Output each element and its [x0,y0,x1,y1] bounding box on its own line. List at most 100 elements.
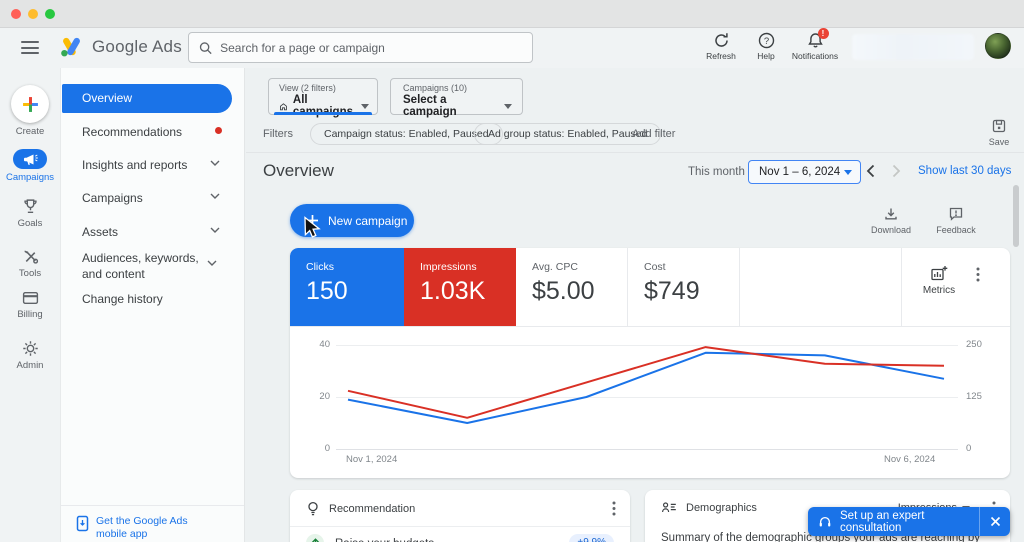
show-last-30-days-link[interactable]: Show last 30 days [918,165,1011,177]
campaign-select-dropdown[interactable]: Campaigns (10) Select a campaign [390,78,523,118]
view-filter-dropdown[interactable]: View (2 filters) All campaigns [268,78,378,118]
scorecard-cost[interactable]: Cost $749 [628,248,740,326]
google-ads-logo-icon [61,37,80,57]
recommendation-row[interactable]: Raise your budgets [335,538,434,542]
google-ads-window: Google Ads Refresh ? Help [0,0,1024,542]
rail-item-campaigns[interactable]: Campaigns [0,149,60,183]
download-icon [885,208,897,220]
sidebar-item-audiences[interactable]: Audiences, keywords, and content [61,250,221,282]
secondary-nav: Overview Recommendations Insights and re… [60,68,245,542]
toast-close-button[interactable] [979,507,1010,536]
arrow-up-icon [306,534,324,542]
headset-icon [819,516,831,526]
right-axis-tick: 125 [966,391,982,402]
card-menu-kebab-icon[interactable] [612,501,616,516]
chevron-down-icon [210,193,220,199]
scorecard-clicks[interactable]: Clicks 150 [290,248,404,326]
sidebar-item-change-history[interactable]: Change history [61,291,244,307]
logo-text: Google Ads [92,37,182,56]
help-icon: ? [758,32,774,49]
sidebar-item-overview[interactable]: Overview [62,84,232,113]
prev-date-range-button[interactable] [866,164,875,178]
metrics-chart-icon [931,266,948,281]
scorecard-impressions[interactable]: Impressions 1.03K [404,248,516,326]
menu-icon[interactable] [21,41,39,54]
card-divider [290,526,630,527]
left-axis-tick: 20 [319,391,330,402]
card-menu-kebab-icon[interactable] [976,267,980,282]
add-filter-button[interactable]: Add filter [632,128,675,140]
avatar[interactable] [985,33,1011,59]
caret-down-icon [844,169,852,175]
rail-item-tools[interactable]: Tools [0,248,60,279]
window-close-button[interactable] [11,9,21,19]
right-axis-tick: 250 [966,339,982,350]
metrics-button[interactable]: Metrics [910,265,968,296]
chevron-down-icon [210,227,220,233]
window-zoom-button[interactable] [45,9,55,19]
feedback-icon [949,207,963,221]
chevron-down-icon [210,160,220,166]
expert-consultation-toast[interactable]: Set up an expert consultation [808,507,1010,536]
date-range-picker[interactable]: Nov 1 – 6, 2024 [748,160,861,184]
tools-icon [24,250,38,264]
notifications-button[interactable]: ! Notifications [786,28,844,61]
active-view-underline [274,112,372,115]
mobile-phone-icon [76,515,89,532]
performance-line-chart [347,346,945,424]
overview-chart-card: Clicks 150 Impressions 1.03K Avg. CPC $5… [290,248,1010,478]
search-input[interactable] [220,40,522,55]
credit-card-icon [22,291,38,305]
lightbulb-icon [308,501,318,516]
sidebar-item-campaigns[interactable]: Campaigns [61,190,244,206]
save-icon [992,119,1006,133]
sidebar-item-assets[interactable]: Assets [61,224,244,240]
gear-icon [22,341,38,356]
demographics-icon [662,502,676,513]
section-divider [246,152,1024,153]
rail-item-create[interactable]: Create [0,85,60,137]
uplift-badge: +9.9% [569,534,614,542]
recommendation-title: Recommendation [329,503,416,515]
chevron-down-icon [207,260,217,266]
sidebar-item-recommendations[interactable]: Recommendations [61,124,244,140]
left-axis-tick: 40 [319,339,330,350]
metrics-divider [901,248,902,326]
megaphone-icon [23,154,38,165]
global-search[interactable] [188,32,533,63]
home-icon [280,102,287,110]
this-month-label: This month [688,166,745,178]
sidebar-item-insights-reports[interactable]: Insights and reports [61,157,244,173]
icon-rail: Create Campaigns Goals Tools Billing Adm… [0,68,60,542]
scorecard-avg-cpc[interactable]: Avg. CPC $5.00 [516,248,628,326]
trophy-icon [23,199,37,214]
create-plus-icon [22,96,38,112]
rail-item-billing[interactable]: Billing [0,290,60,320]
next-date-range-button[interactable] [892,164,901,178]
new-campaign-button[interactable]: New campaign [290,204,414,237]
filters-label: Filters [263,128,293,140]
recommendation-card: Recommendation Raise your budgets +9.9% [290,490,630,542]
caret-down-icon [504,103,512,109]
download-button[interactable]: Download [868,206,914,235]
rail-item-goals[interactable]: Goals [0,198,60,229]
feedback-button[interactable]: Feedback [932,206,980,235]
save-button[interactable]: Save [978,118,1020,147]
window-minimize-button[interactable] [28,9,38,19]
refresh-icon [714,33,728,47]
rail-item-admin[interactable]: Admin [0,340,60,371]
macos-titlebar [0,0,1024,28]
recommendations-alert-dot [215,127,222,134]
account-info[interactable] [852,34,974,60]
scorecards-divider [290,326,1010,327]
nav-footer-divider [61,505,244,506]
scrollbar-thumb[interactable] [1013,185,1019,247]
svg-text:?: ? [763,36,768,47]
help-button[interactable]: ? Help [748,32,784,61]
mobile-app-link[interactable]: Get the Google Ads mobile app [76,515,231,541]
close-icon [990,516,1000,527]
google-ads-logo: Google Ads [59,35,182,59]
refresh-button[interactable]: Refresh [698,32,744,61]
search-icon [199,41,212,54]
page-title: Overview [263,161,334,180]
